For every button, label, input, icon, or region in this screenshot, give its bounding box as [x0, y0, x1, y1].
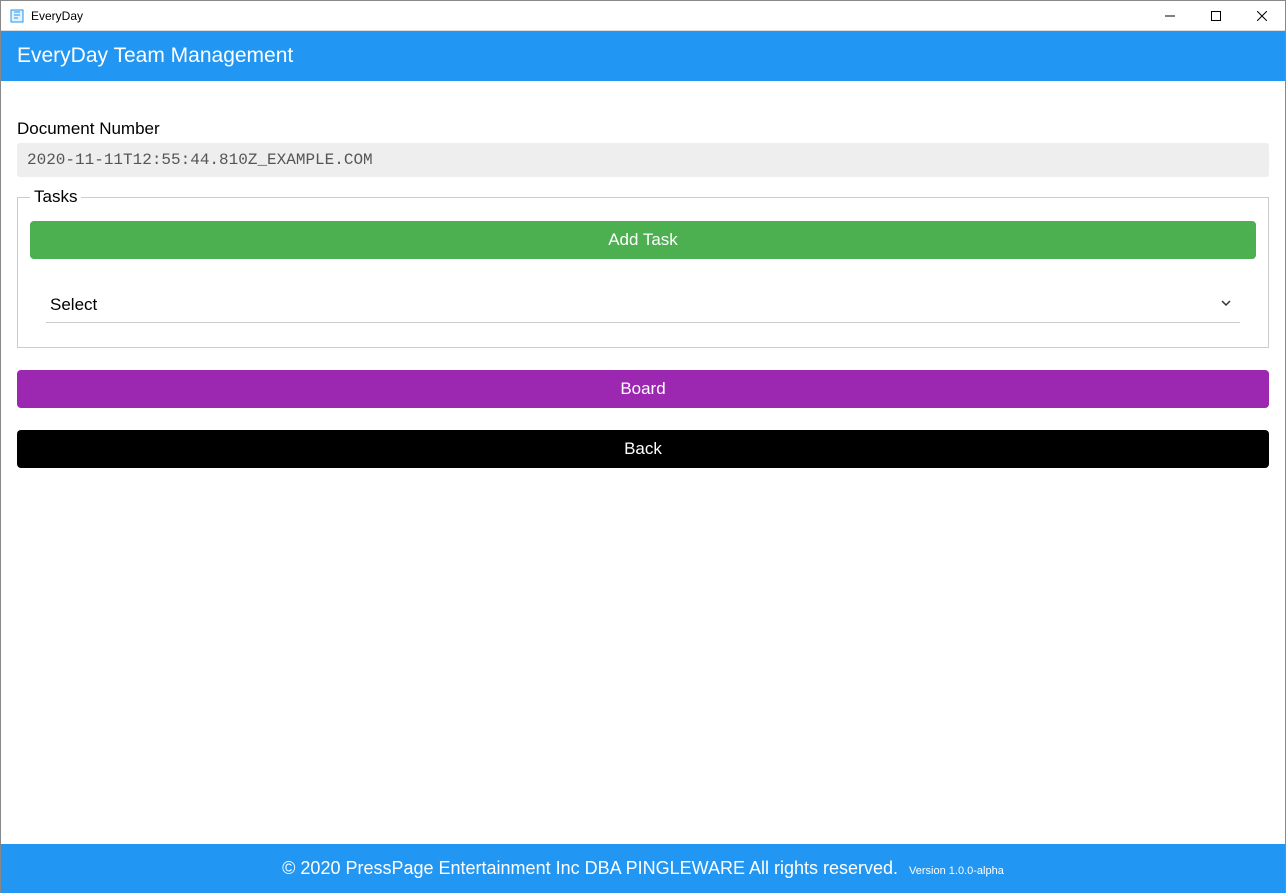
app-header: EveryDay Team Management	[1, 31, 1285, 81]
app-icon	[9, 8, 25, 24]
minimize-button[interactable]	[1147, 1, 1193, 30]
page-title: EveryDay Team Management	[17, 44, 293, 67]
window-titlebar: EveryDay	[1, 1, 1285, 31]
maximize-icon	[1211, 11, 1221, 21]
close-button[interactable]	[1239, 1, 1285, 30]
back-button[interactable]: Back	[17, 430, 1269, 468]
window-title: EveryDay	[31, 9, 83, 23]
document-number-field	[17, 143, 1269, 177]
main-content: Document Number Tasks Add Task Select Bo…	[1, 81, 1285, 484]
task-select-wrap: Select	[46, 287, 1240, 323]
board-button[interactable]: Board	[17, 370, 1269, 408]
task-select[interactable]: Select	[46, 287, 1240, 323]
close-icon	[1257, 11, 1267, 21]
app-footer: © 2020 PressPage Entertainment Inc DBA P…	[1, 844, 1285, 893]
titlebar-left: EveryDay	[1, 8, 83, 24]
minimize-icon	[1165, 11, 1175, 21]
tasks-fieldset: Tasks Add Task Select	[17, 187, 1269, 348]
footer-copyright: © 2020 PressPage Entertainment Inc DBA P…	[282, 858, 898, 878]
document-number-label: Document Number	[17, 119, 1269, 139]
add-task-button[interactable]: Add Task	[30, 221, 1256, 259]
footer-version: Version 1.0.0-alpha	[909, 865, 1004, 877]
window-controls	[1147, 1, 1285, 30]
tasks-legend: Tasks	[30, 187, 81, 207]
maximize-button[interactable]	[1193, 1, 1239, 30]
